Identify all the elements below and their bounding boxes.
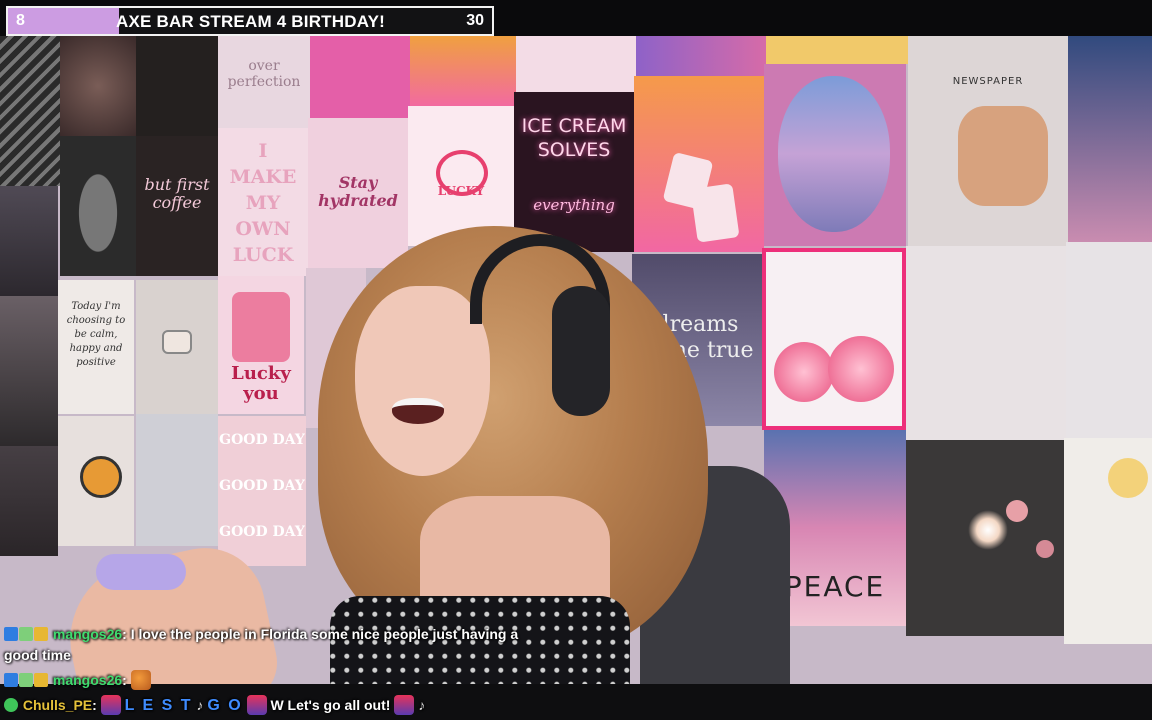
palm-poster-right <box>1068 36 1152 242</box>
chat-separator: : <box>92 697 97 713</box>
letter-emote-icon <box>246 695 267 715</box>
sparkler-poster <box>906 440 1064 636</box>
shoes-poster <box>136 414 218 546</box>
game-controller <box>96 554 186 590</box>
i-make-luck-text: I MAKE MY OWN LUCK <box>229 140 297 266</box>
photo-poster <box>60 36 136 136</box>
black-poster <box>136 36 218 136</box>
disco-cherry-poster <box>762 248 906 430</box>
letter-emote-icon <box>100 695 121 715</box>
chat-overlay: mangos26: I love the people in Florida s… <box>0 622 1152 720</box>
streamer-mouth <box>392 398 444 424</box>
chat-text-continued: good time <box>4 647 71 663</box>
crown-badge-icon <box>34 673 48 687</box>
goal-current-value: 8 <box>16 12 25 29</box>
today-quote-text: Today I'm choosing to be calm, happy and… <box>66 301 126 368</box>
everything-text: everything <box>533 196 615 214</box>
but-first-text: but first coffee <box>144 175 210 212</box>
lucky-heart-poster: LUCKY <box>408 106 514 246</box>
sunset-poster <box>410 36 516 106</box>
good-day-text-1: GOOD DAY <box>219 432 305 448</box>
camera-poster <box>136 280 218 414</box>
newspaper-text: NEWSPAPER <box>952 76 1024 87</box>
airplane-sky-poster <box>764 64 906 246</box>
biscuit-poster <box>766 36 908 64</box>
bed-poster <box>906 246 1066 440</box>
stream-view: 8 AXE BAR STREAM 4 BIRTHDAY! 30 Today I'… <box>0 0 1152 720</box>
ice-cream-text: ICE CREAM SOLVES <box>521 115 627 161</box>
chat-username[interactable]: mangos26 <box>53 672 122 688</box>
dark-poster <box>0 186 58 296</box>
chat-username[interactable]: mangos26 <box>53 626 122 642</box>
stay-hydrated-text: Stay hydrated <box>318 173 398 210</box>
rainbow-poster <box>516 36 636 92</box>
good-day-text-2: GOOD DAY <box>219 478 305 494</box>
vip-badge-icon <box>4 698 18 712</box>
lucky-text: LUCKY <box>437 184 485 198</box>
chat-message: Chulls_PE: L E S T ♪ G O W Let's go all … <box>4 695 425 716</box>
dark-poster-2 <box>0 446 58 556</box>
coffee-neon-poster: but first coffee <box>136 136 218 276</box>
zebra-poster <box>0 36 60 186</box>
purple-poster <box>636 36 766 76</box>
stay-hydrated-poster: Stay hydrated <box>308 118 408 268</box>
letter-emote-icon <box>394 695 415 715</box>
rooster-emote-icon <box>130 670 151 690</box>
good-day-poster: GOOD DAY GOOD DAY GOOD DAY <box>218 416 306 566</box>
airplane-window-poster <box>60 136 136 276</box>
emote-letters-2: G O <box>207 697 243 714</box>
chat-separator: : <box>122 672 127 688</box>
chat-message: mangos26: I love the people in Florida s… <box>4 624 518 666</box>
over-perfection-poster: over perfection <box>218 36 310 128</box>
sub-badge-icon <box>19 627 33 641</box>
luck-poster: I MAKE MY OWN LUCK <box>218 128 308 276</box>
sub-badge-icon <box>19 673 33 687</box>
queen-card-poster: Lucky you <box>218 276 304 414</box>
music-note-icon: ♪ <box>418 697 426 713</box>
ice-cream-neon-poster: ICE CREAM SOLVES everything <box>514 92 634 252</box>
headphones-icon <box>552 286 610 416</box>
good-day-text-3: GOOD DAY <box>219 524 305 540</box>
webcam-feed: Today I'm choosing to be calm, happy and… <box>0 36 1152 684</box>
chat-text: I love the people in Florida some nice p… <box>130 626 519 642</box>
prime-badge-icon <box>4 627 18 641</box>
horseshoe-poster <box>310 36 410 118</box>
stream-goal-bar: 8 AXE BAR STREAM 4 BIRTHDAY! 30 <box>6 6 494 36</box>
goal-target-value: 30 <box>466 12 484 29</box>
dice-poster <box>634 76 764 252</box>
goal-title: AXE BAR STREAM 4 BIRTHDAY! <box>116 12 386 31</box>
music-note-icon: ♪ <box>196 697 204 713</box>
emote-letters: L E S T <box>124 697 193 714</box>
quote-poster: Today I'm choosing to be calm, happy and… <box>58 280 134 414</box>
prime-badge-icon <box>4 673 18 687</box>
crown-badge-icon <box>34 627 48 641</box>
lucky-you-text: Lucky you <box>231 363 291 404</box>
chat-text: W Let's go all out! <box>270 697 391 713</box>
lemonade-poster <box>1064 438 1152 644</box>
chat-username[interactable]: Chulls_PE <box>23 697 92 713</box>
books-poster <box>1066 242 1152 438</box>
top-bar: 8 AXE BAR STREAM 4 BIRTHDAY! 30 <box>0 0 1152 36</box>
chat-separator: : <box>122 626 127 642</box>
newspaper-poster: NEWSPAPER <box>908 36 1068 246</box>
palm-poster-left <box>0 296 58 446</box>
over-perfection-text: over perfection <box>227 58 301 90</box>
orange-poster <box>58 416 134 546</box>
chat-message: mangos26: <box>4 670 151 691</box>
